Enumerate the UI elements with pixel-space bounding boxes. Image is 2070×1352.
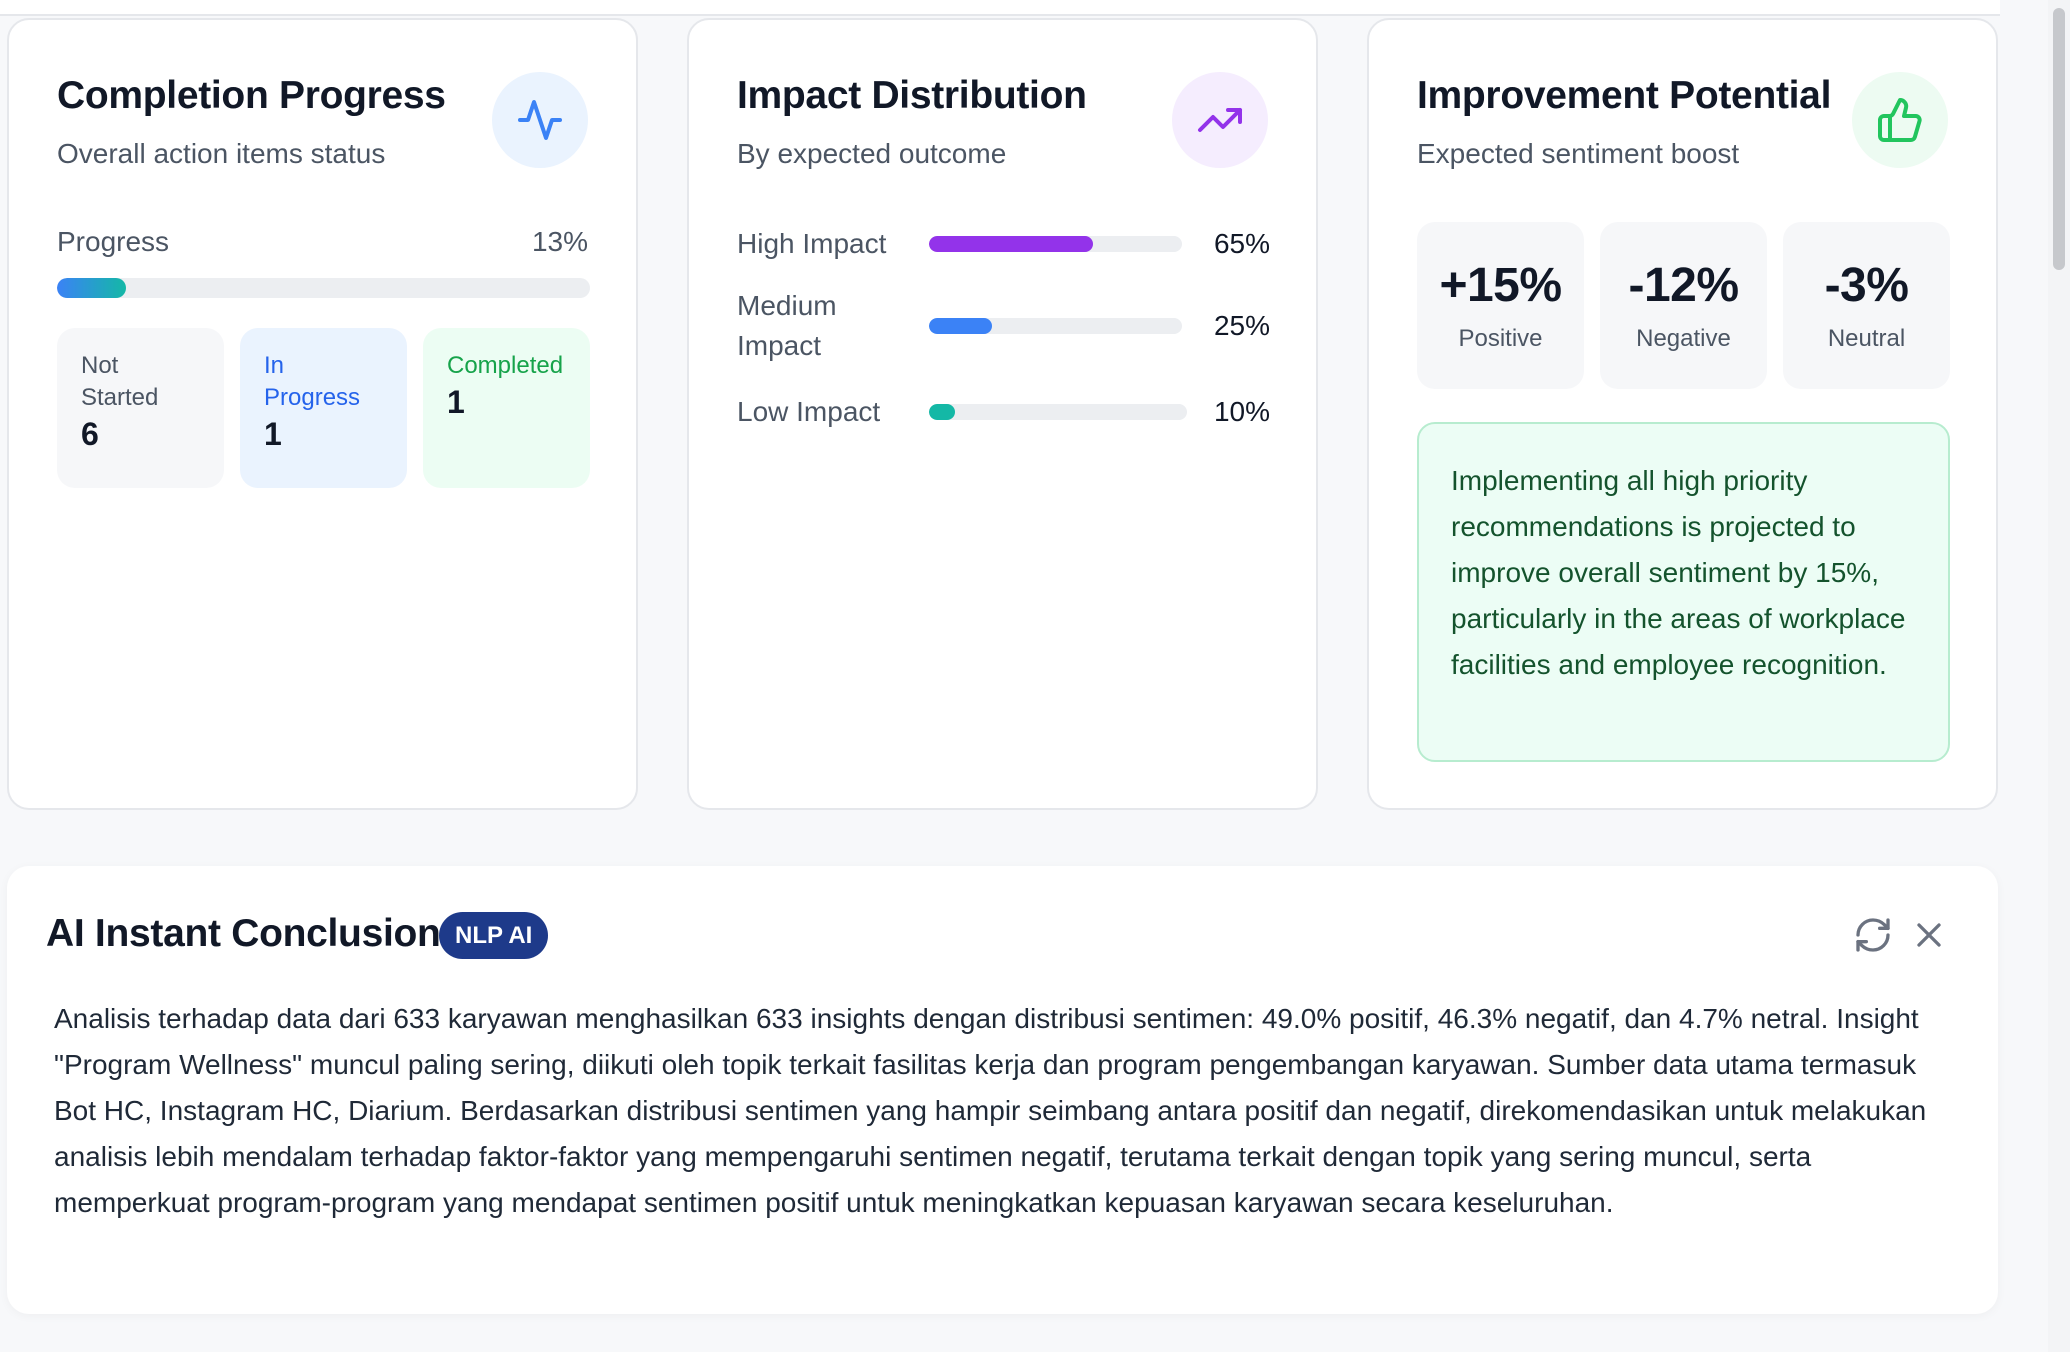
impact-bar <box>929 318 1182 334</box>
scrollbar-thumb[interactable] <box>2053 8 2065 270</box>
impact-label: Low Impact <box>737 396 881 427</box>
close-button[interactable] <box>1904 910 1954 960</box>
top-divider <box>0 0 2000 16</box>
card-subtitle: Overall action items status <box>57 138 386 169</box>
impact-bar <box>929 236 1182 252</box>
metric-value: +15% <box>1439 259 1562 312</box>
status-label: Not Started <box>81 352 159 411</box>
close-icon <box>1917 923 1941 947</box>
impact-label: Medium Impact <box>737 290 837 361</box>
status-label: Completed <box>447 352 564 379</box>
metric-positive: +15% Positive <box>1417 222 1584 389</box>
impact-value: 10% <box>1213 396 1270 427</box>
card-title: Completion Progress <box>57 74 446 117</box>
card-subtitle: By expected outcome <box>737 138 1007 169</box>
status-count: 1 <box>264 416 282 452</box>
impact-row-low: Low Impact 10% <box>737 392 1270 432</box>
improvement-potential-card: Improvement Potential Expected sentiment… <box>1367 18 1998 810</box>
metric-value: -12% <box>1628 259 1739 312</box>
progress-percent: 13% <box>531 226 588 257</box>
metric-value: -3% <box>1824 259 1909 312</box>
metric-label: Neutral <box>1827 325 1906 352</box>
impact-row-medium: Medium Impact 25% <box>737 284 1270 368</box>
thumbs-up-icon <box>1852 72 1948 168</box>
card-title: Impact Distribution <box>737 74 1087 117</box>
status-count: 6 <box>81 416 99 452</box>
impact-distribution-card: Impact Distribution By expected outcome … <box>687 18 1318 810</box>
metric-neutral: -3% Neutral <box>1783 222 1950 389</box>
trending-up-icon <box>1172 72 1268 168</box>
impact-bar-fill <box>929 404 955 420</box>
nlp-ai-badge: NLP AI <box>439 912 549 959</box>
metric-negative: -12% Negative <box>1600 222 1767 389</box>
status-in-progress: In Progress 1 <box>240 328 407 488</box>
page-scrollbar[interactable] <box>2048 0 2070 1352</box>
refresh-button[interactable] <box>1848 910 1898 960</box>
activity-icon <box>492 72 588 168</box>
status-completed: Completed 1 <box>423 328 590 488</box>
improvement-note: Implementing all high priority recommend… <box>1417 422 1950 762</box>
impact-value: 65% <box>1213 228 1270 259</box>
progress-label: Progress <box>57 226 170 257</box>
impact-bar <box>929 404 1187 420</box>
impact-row-high: High Impact 65% <box>737 224 1270 264</box>
completion-progress-card: Completion Progress Overall action items… <box>7 18 638 810</box>
progress-bar-fill <box>57 278 127 298</box>
ai-conclusion-title: AI Instant Conclusion <box>46 912 441 955</box>
metric-label: Negative <box>1636 325 1731 352</box>
status-label: In Progress <box>264 352 361 411</box>
card-title: Improvement Potential <box>1417 74 1832 117</box>
impact-label: High Impact <box>737 228 887 259</box>
impact-bar-fill <box>929 236 1094 252</box>
metric-label: Positive <box>1458 325 1543 352</box>
progress-bar <box>57 278 590 298</box>
impact-bar-fill <box>929 318 993 334</box>
impact-value: 25% <box>1213 310 1270 341</box>
ai-conclusion-text: Analisis terhadap data dari 633 karyawan… <box>54 1003 1927 1218</box>
card-subtitle: Expected sentiment boost <box>1417 138 1740 169</box>
refresh-icon <box>1856 918 1890 952</box>
status-count: 1 <box>447 384 465 420</box>
status-not-started: Not Started 6 <box>57 328 224 488</box>
